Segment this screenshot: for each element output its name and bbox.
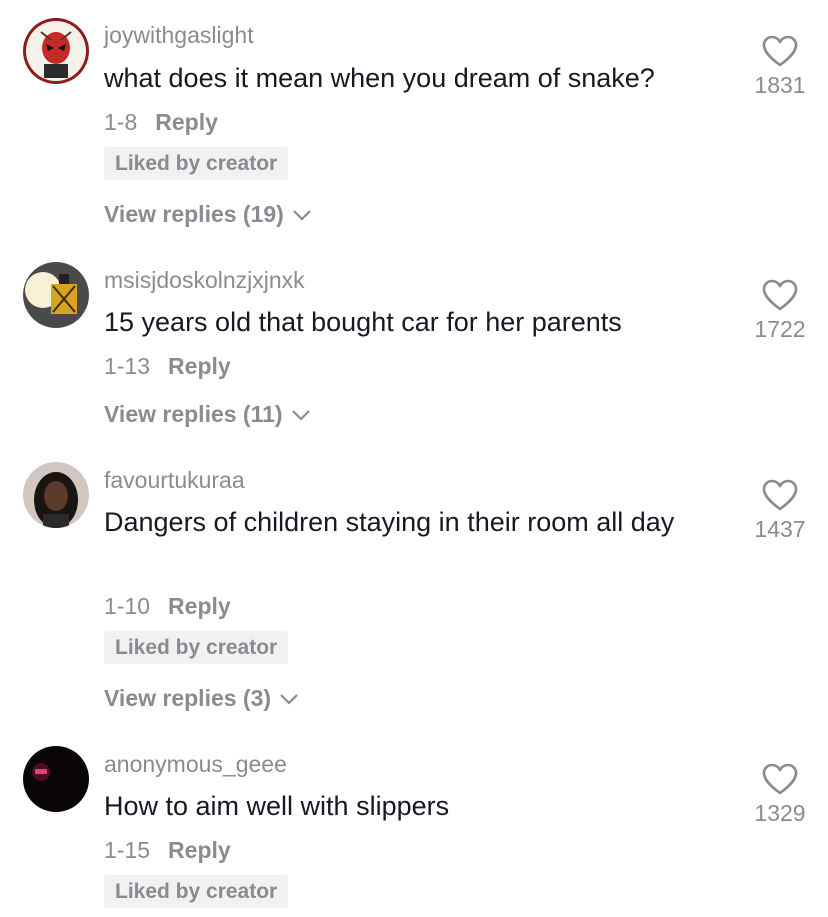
portrait-avatar-image [23, 462, 89, 528]
reply-button[interactable]: Reply [168, 593, 231, 619]
view-replies-button[interactable]: View replies (11) [104, 401, 311, 428]
comment-text: How to aim well with slippers [104, 791, 450, 821]
chevron-down-icon [293, 209, 311, 221]
like-column: 1722 [744, 278, 816, 343]
dark-neon-avatar-image [23, 746, 89, 812]
view-replies-label: View replies (19) [104, 201, 284, 227]
comment-meta: 1-10 Reply [104, 593, 231, 620]
view-replies-label: View replies (11) [104, 401, 283, 427]
reply-button[interactable]: Reply [168, 353, 231, 379]
like-column: 1831 [744, 34, 816, 99]
heart-outline-icon[interactable] [761, 34, 799, 68]
avatar[interactable] [23, 262, 89, 328]
avatar[interactable] [23, 746, 89, 812]
liked-by-creator-badge: Liked by creator [104, 631, 289, 664]
view-replies-button[interactable]: View replies (19) [104, 201, 312, 228]
view-replies-button[interactable]: View replies (3) [104, 685, 299, 712]
comment-text: Dangers of children staying in their roo… [104, 507, 675, 537]
liked-by-creator-badge: Liked by creator [104, 875, 289, 908]
view-replies-label: View replies (3) [104, 685, 272, 711]
comment-text: 15 years old that bought car for her par… [104, 307, 622, 337]
chevron-down-icon [280, 693, 298, 705]
comment-username[interactable]: favourtukuraa [104, 467, 245, 494]
comment-meta: 1-8 Reply [104, 109, 218, 136]
reply-button[interactable]: Reply [168, 837, 231, 863]
chevron-down-icon [291, 409, 310, 421]
comment-date: 1-15 [104, 837, 151, 863]
liked-by-creator-badge: Liked by creator [104, 147, 289, 180]
deadpool-avatar-image [23, 18, 89, 84]
like-column: 1329 [744, 762, 816, 827]
heart-outline-icon[interactable] [761, 478, 799, 512]
comment-date: 1-10 [104, 593, 151, 619]
comment-username[interactable]: joywithgaslight [104, 22, 254, 49]
like-count: 1722 [754, 316, 806, 342]
heart-outline-icon[interactable] [761, 762, 799, 796]
like-column: 1437 [744, 478, 816, 543]
comment-meta: 1-15 Reply [104, 837, 231, 864]
comment-username[interactable]: anonymous_geee [104, 751, 287, 778]
comment-username[interactable]: msisjdoskolnzjxjnxk [104, 267, 305, 294]
avatar[interactable] [23, 462, 89, 528]
like-count: 1329 [754, 800, 806, 826]
like-count: 1437 [754, 516, 806, 542]
comment-date: 1-8 [104, 109, 138, 135]
comment-meta: 1-13 Reply [104, 353, 231, 380]
lantern-avatar-image [23, 262, 89, 328]
comment-text: what does it mean when you dream of snak… [104, 63, 655, 93]
comment-list: joywithgaslight what does it mean when y… [0, 0, 828, 917]
comment-date: 1-13 [104, 353, 151, 379]
heart-outline-icon[interactable] [761, 278, 799, 312]
avatar[interactable] [23, 18, 89, 84]
like-count: 1831 [754, 72, 806, 98]
reply-button[interactable]: Reply [155, 109, 218, 135]
